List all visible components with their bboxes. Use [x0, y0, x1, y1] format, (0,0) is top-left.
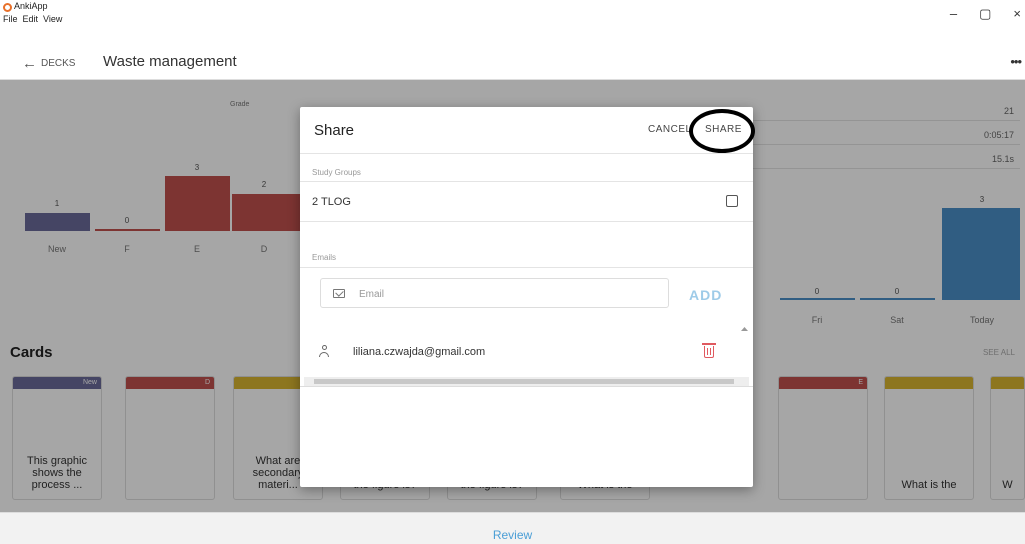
window-titlebar: AnkiApp File Edit View – ▢ × — [0, 0, 1025, 28]
review-bar[interactable]: Review — [0, 512, 1025, 544]
divider — [300, 267, 753, 268]
delete-icon-lines — [707, 348, 711, 355]
more-options-icon[interactable]: ••• — [1010, 54, 1022, 69]
back-arrow-icon: ← — [22, 55, 37, 72]
maximize-button[interactable]: ▢ — [979, 6, 991, 22]
vertical-scrollbar[interactable] — [740, 326, 749, 376]
back-to-decks-button[interactable]: ← DECKS — [22, 55, 75, 72]
email-field[interactable] — [320, 278, 669, 308]
app-logo-icon — [3, 3, 12, 12]
share-dialog-title: Share — [314, 122, 355, 139]
annotation-circle — [689, 109, 755, 153]
deck-title: Waste management — [103, 53, 237, 70]
close-window-button[interactable]: × — [1013, 6, 1021, 22]
person-icon — [319, 345, 329, 357]
study-group-checkbox[interactable] — [726, 195, 738, 207]
divider — [300, 221, 753, 222]
emails-label: Emails — [312, 253, 337, 262]
person-icon-head — [322, 345, 327, 350]
delete-icon-lid — [702, 343, 716, 345]
horizontal-scrollbar[interactable] — [304, 377, 749, 386]
email-input[interactable] — [359, 286, 659, 302]
member-email: liliana.czwajda@gmail.com — [353, 346, 486, 358]
menu-view[interactable]: View — [43, 14, 62, 24]
window-controls: – ▢ × — [950, 6, 1021, 22]
delete-icon[interactable] — [702, 342, 716, 358]
window-title: AnkiApp — [14, 1, 48, 11]
divider — [300, 153, 753, 154]
review-button[interactable]: Review — [0, 528, 1025, 542]
mail-icon — [333, 289, 345, 298]
person-icon-body — [319, 352, 329, 357]
menu-bar: File Edit View — [3, 14, 62, 24]
share-dialog: Share CANCEL SHARE Study Groups 2 TLOG E… — [300, 107, 755, 487]
study-groups-label: Study Groups — [312, 168, 361, 177]
minimize-button[interactable]: – — [950, 6, 957, 22]
back-label: DECKS — [41, 58, 76, 69]
cancel-button[interactable]: CANCEL — [648, 124, 692, 135]
menu-edit[interactable]: Edit — [23, 14, 39, 24]
app-header: ← DECKS Waste management ••• — [0, 44, 1025, 80]
add-email-button[interactable]: ADD — [689, 287, 722, 303]
divider — [300, 181, 753, 182]
member-list: liliana.czwajda@gmail.com — [300, 322, 753, 387]
study-group-name: 2 TLOG — [312, 196, 351, 208]
scrollbar-thumb[interactable] — [314, 379, 734, 384]
menu-file[interactable]: File — [3, 14, 18, 24]
